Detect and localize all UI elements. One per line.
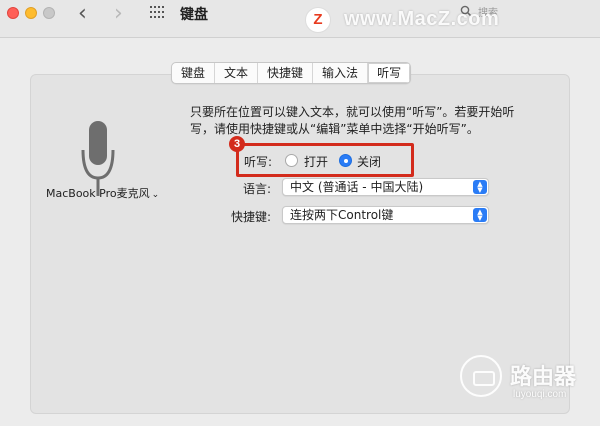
minimize-button[interactable] (25, 7, 37, 19)
back-button[interactable]: ‹ (78, 3, 87, 25)
zoom-button[interactable] (43, 7, 55, 19)
microphone-source-menu[interactable]: MacBook Pro麦克风 ⌄ (46, 185, 159, 201)
select-stepper-icon: ▲ ▼ (473, 208, 487, 222)
microphone-source-label: MacBook Pro麦克风 (46, 187, 150, 200)
forward-button[interactable]: › (114, 3, 123, 25)
router-logo-icon (460, 355, 502, 397)
language-value: 中文 (普通话 - 中国大陆) (290, 180, 424, 194)
watermark-logo: Z (305, 7, 331, 33)
description-line-1: 只要所在位置可以键入文本，就可以使用“听写”。若要开始听 (190, 105, 515, 119)
dictation-label: 听写: (244, 155, 273, 169)
dictation-on-radio[interactable] (285, 154, 298, 167)
close-button[interactable] (7, 7, 19, 19)
watermark-brand-url: luyouqi.com (513, 389, 567, 400)
tab-dictation[interactable]: 听写 (368, 63, 411, 83)
shortcut-label: 快捷键: (231, 210, 272, 224)
window-title: 键盘 (180, 7, 208, 23)
tab-text[interactable]: 文本 (215, 63, 259, 83)
description-line-2: 写，请使用快捷键或从“编辑”菜单中选择“开始听写”。 (190, 122, 479, 136)
shortcut-select[interactable]: 连按两下Control键 ▲ ▼ (282, 206, 489, 224)
tab-input-sources[interactable]: 输入法 (313, 63, 369, 83)
select-stepper-icon: ▲ ▼ (473, 180, 487, 194)
shortcut-value: 连按两下Control键 (290, 208, 394, 222)
step-badge: 3 (229, 136, 245, 152)
title-bar: ‹ › 键盘 搜索 Z www.MacZ.com (0, 0, 600, 38)
tab-shortcuts[interactable]: 快捷键 (258, 63, 314, 83)
dictation-off-radio[interactable] (339, 154, 352, 167)
watermark-site: www.MacZ.com (344, 8, 500, 30)
watermark-brand: 路由器 (510, 365, 577, 390)
language-select[interactable]: 中文 (普通话 - 中国大陆) ▲ ▼ (282, 178, 489, 196)
tab-bar: 键盘 文本 快捷键 输入法 听写 (171, 62, 412, 84)
dictation-description: 只要所在位置可以键入文本，就可以使用“听写”。若要开始听 写，请使用快捷键或从“… (190, 104, 550, 138)
dictation-on-label[interactable]: 打开 (304, 153, 328, 170)
grid-icon[interactable] (150, 6, 166, 20)
tab-keyboard[interactable]: 键盘 (172, 63, 216, 83)
dictation-off-label[interactable]: 关闭 (357, 153, 381, 170)
chevron-down-icon: ⌄ (151, 190, 160, 200)
language-label: 语言: (243, 182, 272, 196)
